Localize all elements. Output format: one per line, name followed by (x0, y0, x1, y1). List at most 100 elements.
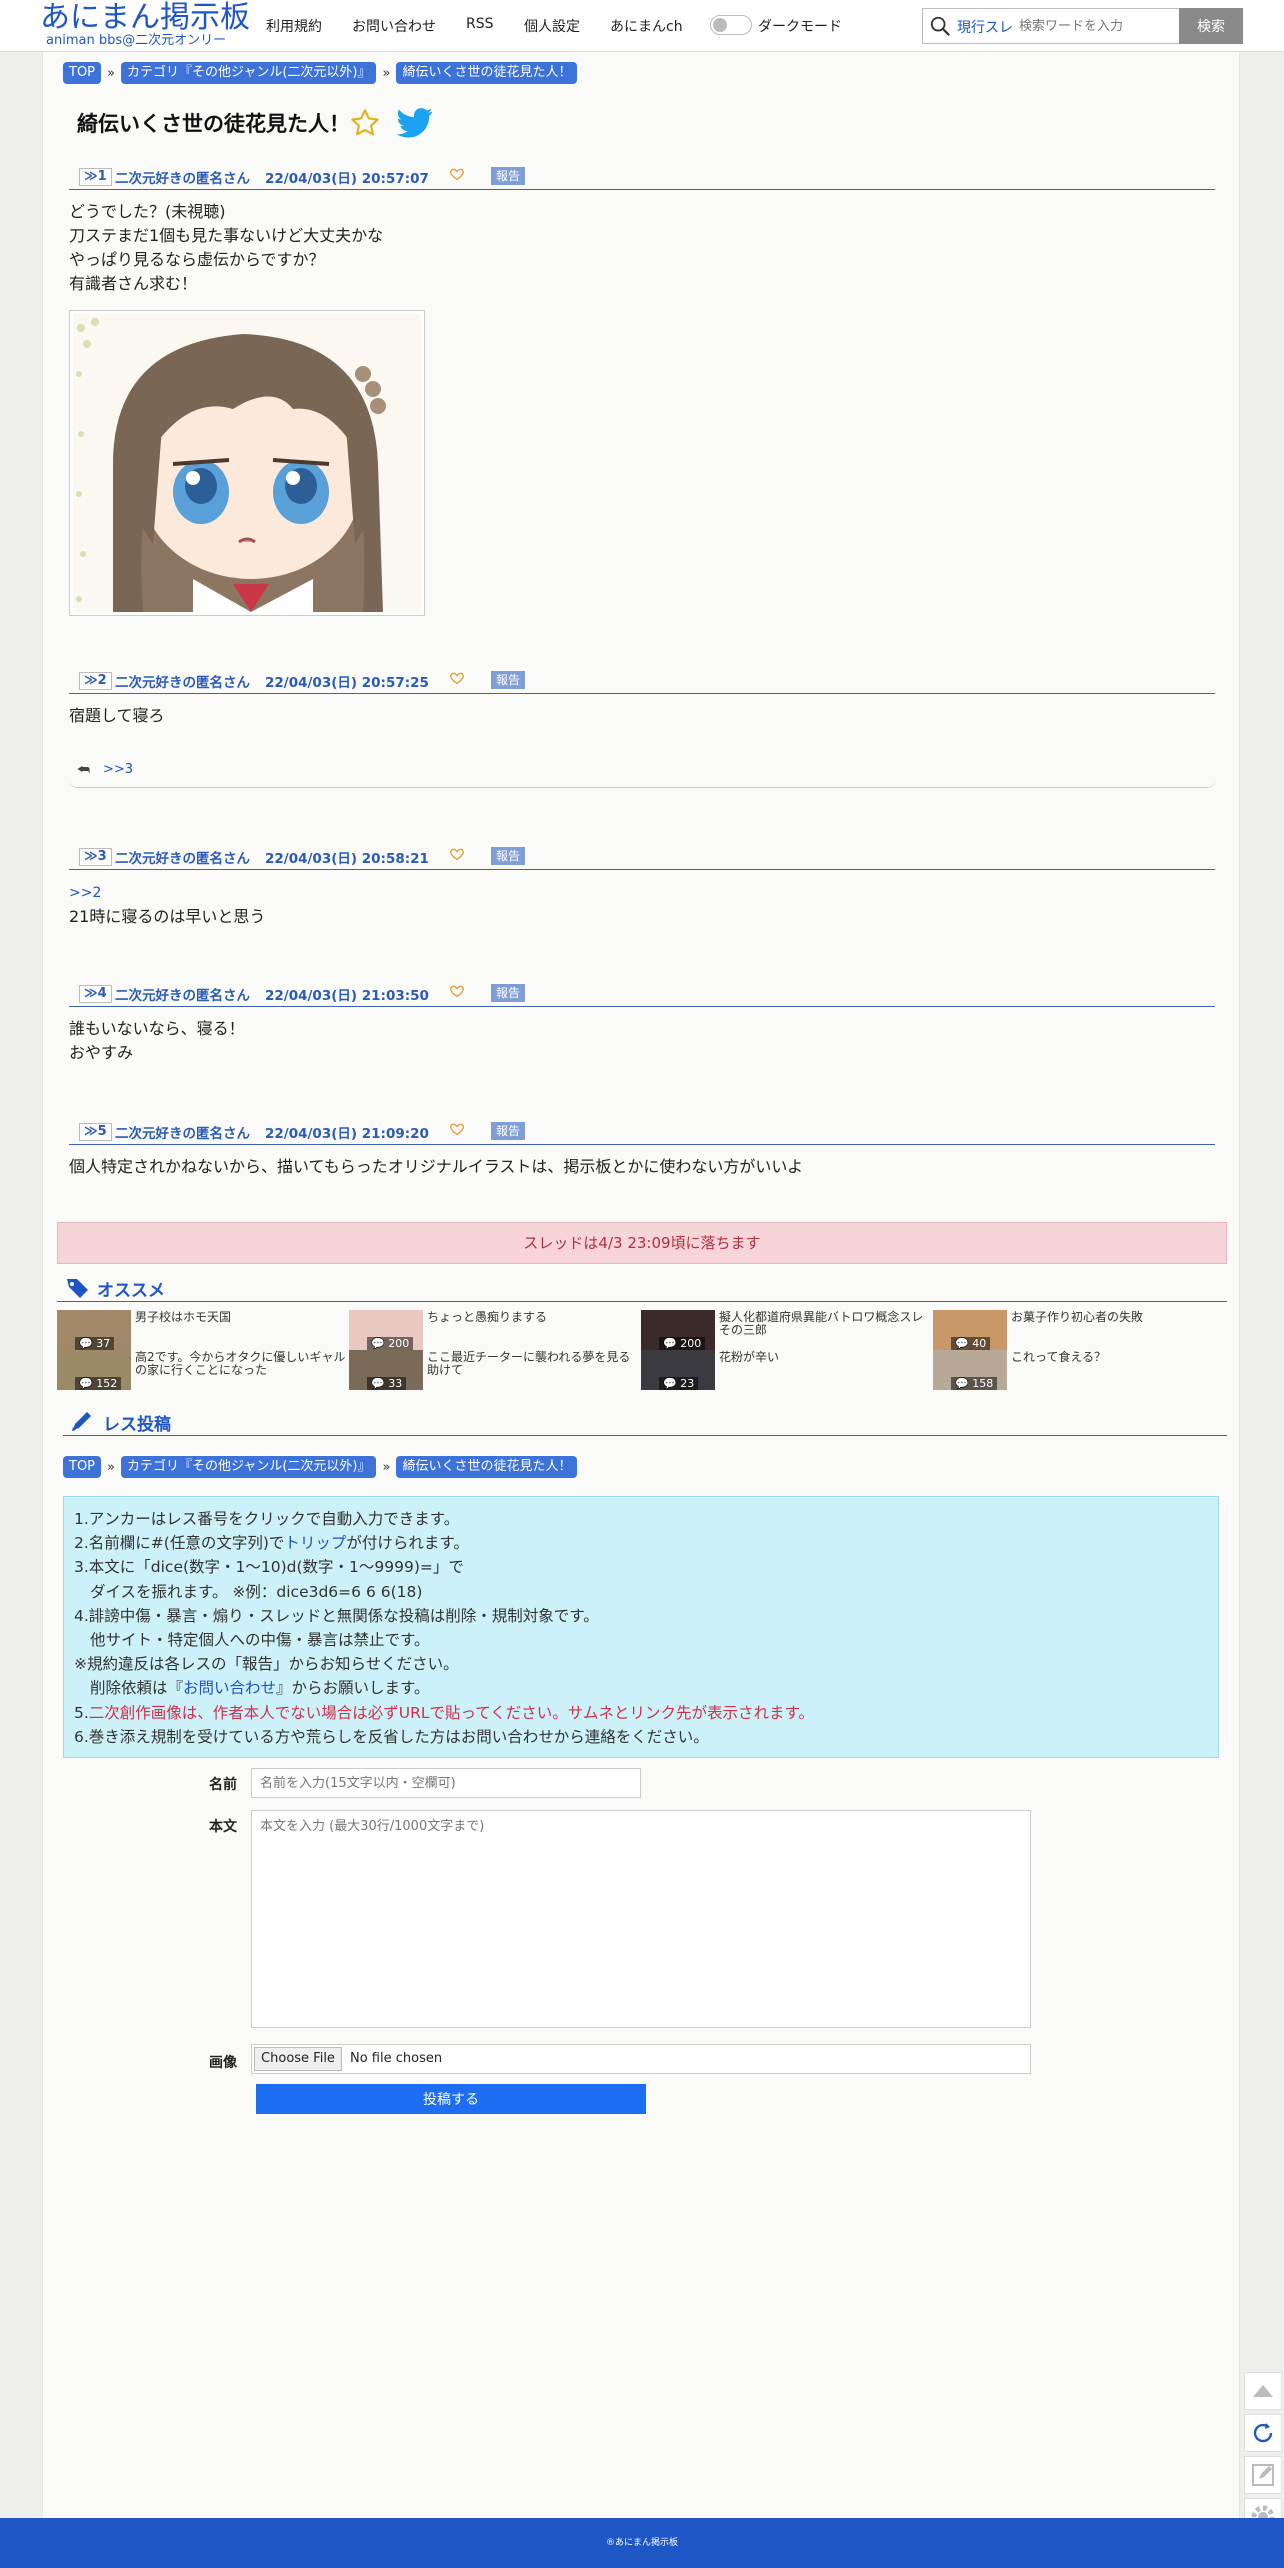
like-heart-icon[interactable] (449, 846, 465, 862)
recommend-item[interactable]: 💬 200 擬人化都道府県異能バトロワ概念スレその三郎 (641, 1310, 933, 1350)
image-label: 画像 (209, 2055, 237, 2071)
dark-mode-toggle[interactable] (710, 15, 752, 35)
recommend-item[interactable]: 💬 37 男子校はホモ天国 (57, 1310, 349, 1350)
reply-anchor-link[interactable]: >>3 (103, 762, 133, 777)
name-label: 名前 (209, 1777, 237, 1793)
post-line: 個人特定されかねないから、描いてもらったオリジナルイラストは、掲示板とかに使わな… (69, 1157, 804, 1176)
post-line: 有識者さん求む！ (69, 274, 198, 293)
rule-line: 1.アンカーはレス番号をクリックで自動入力できます。 (74, 1510, 460, 1528)
recommend-item[interactable]: 💬 200 ちょっと愚痴りまする (349, 1310, 641, 1350)
post-body: どうでした？(未視聴) 刀ステまだ1個も見た事ないけど大丈夫かな やっぱり見るな… (69, 200, 1215, 296)
like-heart-icon[interactable] (449, 983, 465, 999)
arrow-up-icon (1253, 2385, 1273, 2397)
poster-name: 二次元好きの匿名さん (115, 675, 250, 691)
breadcrumb-category[interactable]: カテゴリ『その他ジャンル(二次元以外)』 (120, 62, 377, 84)
nav-rss[interactable]: RSS (466, 16, 494, 32)
post-image-thumbnail[interactable] (69, 310, 425, 616)
like-heart-icon[interactable] (449, 670, 465, 686)
breadcrumb-category[interactable]: カテゴリ『その他ジャンル(二次元以外)』 (120, 1456, 377, 1478)
like-heart-icon[interactable] (449, 1121, 465, 1137)
poster-name: 二次元好きの匿名さん (115, 988, 250, 1004)
post-line: どうでした？(未視聴) (69, 202, 226, 221)
reply-count: 💬 158 (951, 1377, 998, 1390)
post-line: 刀ステまだ1個も見た事ないけど大丈夫かな (69, 226, 384, 245)
post-anchor-link[interactable]: >>2 (69, 885, 101, 901)
post-number[interactable]: ≫4 (79, 985, 112, 1003)
recommend-title: お菓子作り初心者の失敗 (1011, 1310, 1144, 1324)
twitter-share-icon[interactable] (397, 108, 433, 138)
breadcrumb-separator: » (382, 1459, 391, 1475)
recommend-item[interactable]: 💬 33 ここ最近チーターに襲われる夢を見る助けて (349, 1350, 641, 1390)
post-line: 誰もいないなら、寝る！ (69, 1019, 245, 1038)
post-line: 21時に寝るのは早いと思う (69, 907, 266, 926)
reload-button[interactable] (1244, 2414, 1282, 2452)
recommend-item[interactable]: 💬 23 花粉が辛い (641, 1350, 933, 1390)
submit-post-button[interactable]: 投稿する (256, 2084, 646, 2114)
breadcrumb-top[interactable]: TOP (63, 62, 102, 84)
like-heart-icon[interactable] (449, 166, 465, 182)
breadcrumb-thread[interactable]: 綺伝いくさ世の徒花見た人！ (396, 1456, 578, 1478)
site-logo[interactable]: あにまん掲示板 animan bbs@二次元オンリー (40, 2, 250, 48)
post-number[interactable]: ≫2 (79, 672, 112, 690)
post-body: >>2 21時に寝るのは早いと思う (69, 880, 1215, 929)
post-number[interactable]: ≫3 (79, 848, 112, 866)
report-button[interactable]: 報告 (491, 847, 526, 865)
chibi-girl-illustration (73, 314, 421, 612)
report-button[interactable]: 報告 (491, 984, 526, 1002)
scroll-top-button[interactable] (1244, 2372, 1282, 2410)
report-button[interactable]: 報告 (491, 167, 526, 185)
recommend-title: 男子校はホモ天国 (135, 1310, 232, 1324)
recommend-thumbnail: 💬 158 (933, 1350, 1007, 1390)
post-5: ≫5 二次元好きの匿名さん 22/04/03(日) 21:09:20 報告 個人… (69, 1119, 1215, 1179)
post-header: ≫3 二次元好きの匿名さん 22/04/03(日) 20:58:21 報告 (69, 844, 1215, 870)
recommend-thumbnail: 💬 200 (349, 1310, 423, 1350)
post-number[interactable]: ≫1 (79, 168, 112, 186)
breadcrumb-thread[interactable]: 綺伝いくさ世の徒花見た人！ (396, 62, 578, 84)
rule-line: 4.誹謗中傷・暴言・煽り・スレッドと無関係な投稿は削除・規制対象です。 (74, 1606, 599, 1625)
contact-link[interactable]: お問い合わせ (183, 1679, 276, 1697)
image-file-input[interactable]: Choose File No file chosen (251, 2044, 1031, 2074)
nav-settings[interactable]: 個人設定 (524, 16, 580, 36)
name-input[interactable] (251, 1768, 641, 1798)
nav-terms[interactable]: 利用規約 (266, 16, 322, 36)
recommend-thumbnail: 💬 40 (933, 1310, 1007, 1350)
search-box: 現行スレ 検索 (922, 8, 1243, 44)
report-button[interactable]: 報告 (491, 1122, 526, 1140)
post-number[interactable]: ≫5 (79, 1123, 112, 1141)
search-button[interactable]: 検索 (1179, 8, 1243, 44)
reply-count: 💬 37 (75, 1337, 115, 1350)
dark-mode-label: ダークモード (758, 19, 842, 35)
choose-file-button[interactable]: Choose File (254, 2047, 342, 2071)
body-textarea[interactable] (251, 1810, 1031, 2028)
recommend-title: ここ最近チーターに襲われる夢を見る助けて (427, 1350, 631, 1377)
post-4: ≫4 二次元好きの匿名さん 22/04/03(日) 21:03:50 報告 誰も… (69, 981, 1215, 1065)
recommend-heading: オススメ (57, 1274, 1227, 1302)
post-body: 個人特定されかねないから、描いてもらったオリジナルイラストは、掲示板とかに使わな… (69, 1155, 1215, 1179)
recommend-item[interactable]: 💬 40 お菓子作り初心者の失敗 (933, 1310, 1225, 1350)
recommend-title: ちょっと愚痴りまする (427, 1310, 548, 1324)
compose-button[interactable] (1244, 2456, 1282, 2494)
recommend-item[interactable]: 💬 158 これって食える？ (933, 1350, 1225, 1390)
reply-count: 💬 200 (659, 1337, 706, 1350)
nav-animanch[interactable]: あにまんch (610, 16, 683, 36)
rule-line: 2.名前欄に#(任意の文字列)でトリップが付けられます。 (74, 1534, 469, 1553)
file-status: No file chosen (350, 2051, 443, 2066)
breadcrumb-top[interactable]: TOP (63, 1456, 102, 1478)
recommend-item[interactable]: 💬 152 高2です。今からオタクに優しいギャルの家に行くことになった (57, 1350, 349, 1390)
post-3: ≫3 二次元好きの匿名さん 22/04/03(日) 20:58:21 報告 >>… (69, 844, 1215, 929)
reply-count: 💬 33 (367, 1377, 407, 1390)
post-date: 22/04/03(日) 20:57:25 (265, 675, 429, 691)
post-form-title: レス投稿 (103, 1415, 171, 1435)
recommend-title: オススメ (97, 1281, 165, 1301)
report-button[interactable]: 報告 (491, 671, 526, 689)
nav-contact[interactable]: お問い合わせ (352, 16, 436, 36)
breadcrumb: TOP » カテゴリ『その他ジャンル(二次元以外)』 » 綺伝いくさ世の徒花見た人！ (63, 62, 578, 84)
post-date: 22/04/03(日) 20:57:07 (265, 171, 429, 187)
search-input[interactable] (1019, 13, 1199, 39)
search-scope-select[interactable]: 現行スレ (957, 17, 1013, 37)
post-header: ≫5 二次元好きの匿名さん 22/04/03(日) 21:09:20 報告 (69, 1119, 1215, 1145)
trip-link[interactable]: トリップ (284, 1534, 346, 1552)
favorite-star-icon[interactable] (349, 107, 381, 139)
recommend-title: 高2です。今からオタクに優しいギャルの家に行くことになった (135, 1350, 346, 1377)
main-content: TOP » カテゴリ『その他ジャンル(二次元以外)』 » 綺伝いくさ世の徒花見た人！ 綺… (42, 52, 1240, 2518)
